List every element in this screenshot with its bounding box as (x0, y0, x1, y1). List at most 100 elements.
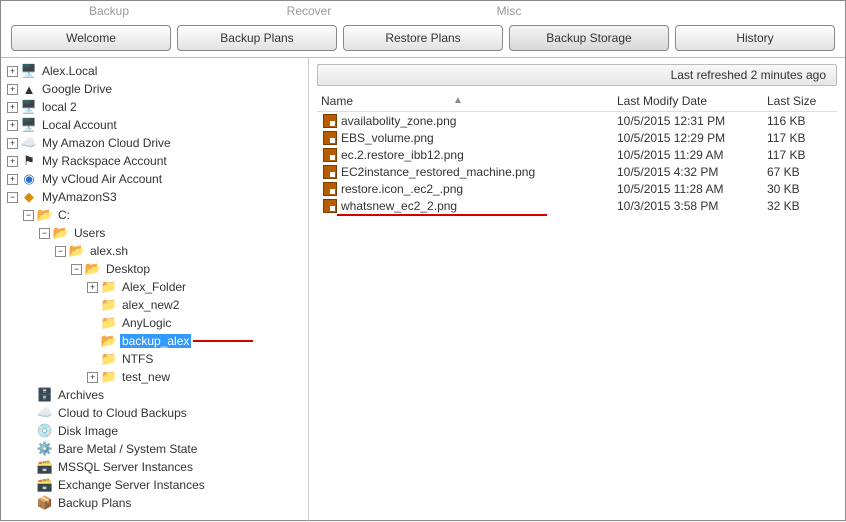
tree-users[interactable]: −Users (7, 224, 308, 242)
file-size: 117 KB (767, 131, 837, 145)
tree-alex-local[interactable]: +Alex.Local (7, 62, 308, 80)
column-name[interactable]: Name▲ (317, 94, 617, 108)
tree-archives[interactable]: Archives (7, 386, 308, 404)
tree-mssql[interactable]: MSSQL Server Instances (7, 458, 308, 476)
tree-google-drive[interactable]: +▲Google Drive (7, 80, 308, 98)
folder-open-icon (37, 207, 53, 223)
file-size: 67 KB (767, 165, 837, 179)
vcloud-icon: ◉ (21, 171, 37, 187)
annotation-redline (337, 214, 547, 216)
tree-local2[interactable]: +local 2 (7, 98, 308, 116)
computer-icon (21, 99, 37, 115)
file-size: 32 KB (767, 199, 837, 213)
tab-history[interactable]: History (675, 25, 835, 51)
image-file-icon (323, 148, 337, 162)
menu-bar: Backup Recover Misc (1, 1, 845, 21)
tree-alex-folder[interactable]: +Alex_Folder (7, 278, 308, 296)
tree-myamazons3[interactable]: −MyAmazonS3 (7, 188, 308, 206)
file-date: 10/5/2015 12:29 PM (617, 131, 767, 145)
tree-anylogic[interactable]: AnyLogic (7, 314, 308, 332)
column-date[interactable]: Last Modify Date (617, 94, 767, 108)
image-file-icon (323, 199, 337, 213)
gear-icon (37, 441, 53, 457)
tree-exchange[interactable]: Exchange Server Instances (7, 476, 308, 494)
archive-icon (37, 387, 53, 403)
tree-c-drive[interactable]: −C: (7, 206, 308, 224)
tree-backup-plans[interactable]: Backup Plans (7, 494, 308, 512)
file-date: 10/3/2015 3:58 PM (617, 199, 767, 213)
file-row[interactable]: EBS_volume.png 10/5/2015 12:29 PM117 KB (317, 129, 837, 146)
tree-disk-image[interactable]: Disk Image (7, 422, 308, 440)
tree-test-new[interactable]: +test_new (7, 368, 308, 386)
file-row[interactable]: whatsnew_ec2_2.png 10/3/2015 3:58 PM32 KB (317, 197, 837, 214)
menu-recover[interactable]: Recover (209, 4, 409, 18)
file-row[interactable]: EC2instance_restored_machine.png 10/5/201… (317, 163, 837, 180)
file-name: EBS_volume.png (341, 131, 434, 145)
folder-open-icon (101, 333, 117, 349)
file-list-header[interactable]: Name▲ Last Modify Date Last Size (317, 90, 837, 112)
image-file-icon (323, 131, 337, 145)
tree-local-account[interactable]: +Local Account (7, 116, 308, 134)
file-size: 116 KB (767, 114, 837, 128)
file-date: 10/5/2015 11:28 AM (617, 182, 767, 196)
storage-tree[interactable]: +Alex.Local +▲Google Drive +local 2 +Loc… (1, 58, 309, 522)
file-date: 10/5/2015 11:29 AM (617, 148, 767, 162)
file-row[interactable]: ec.2.restore_ibb12.png 10/5/2015 11:29 AM… (317, 146, 837, 163)
image-file-icon (323, 182, 337, 196)
tree-backup-alex[interactable]: backup_alex (7, 332, 308, 350)
column-size[interactable]: Last Size (767, 94, 837, 108)
tree-bare-metal[interactable]: Bare Metal / System State (7, 440, 308, 458)
file-name: restore.icon_.ec2_.png (341, 182, 463, 196)
menu-backup[interactable]: Backup (9, 4, 209, 18)
computer-icon (21, 117, 37, 133)
tree-rackspace[interactable]: +⚑My Rackspace Account (7, 152, 308, 170)
tree-alex-new2[interactable]: alex_new2 (7, 296, 308, 314)
tab-backup-plans[interactable]: Backup Plans (177, 25, 337, 51)
folder-open-icon (85, 261, 101, 277)
tab-backup-storage[interactable]: Backup Storage (509, 25, 669, 51)
folder-icon (101, 315, 117, 331)
s3-icon (21, 189, 37, 205)
computer-icon (21, 63, 37, 79)
tree-vcloud[interactable]: +◉My vCloud Air Account (7, 170, 308, 188)
file-size: 117 KB (767, 148, 837, 162)
rackspace-icon: ⚑ (21, 153, 37, 169)
menu-misc[interactable]: Misc (409, 4, 609, 18)
box-icon (37, 495, 53, 511)
tree-cloud2cloud[interactable]: Cloud to Cloud Backups (7, 404, 308, 422)
disk-icon (37, 423, 53, 439)
tab-welcome[interactable]: Welcome (11, 25, 171, 51)
folder-open-icon (53, 225, 69, 241)
file-panel: Last refreshed 2 minutes ago Name▲ Last … (309, 58, 845, 522)
tree-desktop[interactable]: −Desktop (7, 260, 308, 278)
image-file-icon (323, 165, 337, 179)
file-row[interactable]: availabolity_zone.png 10/5/2015 12:31 PM1… (317, 112, 837, 129)
gdrive-icon: ▲ (21, 81, 37, 97)
file-date: 10/5/2015 12:31 PM (617, 114, 767, 128)
last-refreshed-label: Last refreshed 2 minutes ago (671, 68, 826, 82)
folder-icon (101, 369, 117, 385)
file-name: whatsnew_ec2_2.png (341, 199, 457, 213)
file-name: EC2instance_restored_machine.png (341, 165, 535, 179)
database-icon (37, 459, 53, 475)
tab-restore-plans[interactable]: Restore Plans (343, 25, 503, 51)
file-date: 10/5/2015 4:32 PM (617, 165, 767, 179)
tree-ntfs[interactable]: NTFS (7, 350, 308, 368)
folder-open-icon (69, 243, 85, 259)
folder-icon (101, 297, 117, 313)
database-icon (37, 477, 53, 493)
annotation-redline (193, 340, 253, 342)
sort-asc-icon: ▲ (453, 95, 463, 106)
folder-icon (101, 351, 117, 367)
file-size: 30 KB (767, 182, 837, 196)
file-name: ec.2.restore_ibb12.png (341, 148, 464, 162)
tree-amazon-cloud[interactable]: +My Amazon Cloud Drive (7, 134, 308, 152)
folder-icon (101, 279, 117, 295)
tree-alexsh[interactable]: −alex.sh (7, 242, 308, 260)
image-file-icon (323, 114, 337, 128)
file-name: availabolity_zone.png (341, 114, 456, 128)
cloud-icon (21, 135, 37, 151)
file-list[interactable]: availabolity_zone.png10/5/2015 12:31 PM1… (317, 112, 837, 214)
status-bar: Last refreshed 2 minutes ago (317, 64, 837, 86)
file-row[interactable]: restore.icon_.ec2_.png 10/5/2015 11:28 AM… (317, 180, 837, 197)
